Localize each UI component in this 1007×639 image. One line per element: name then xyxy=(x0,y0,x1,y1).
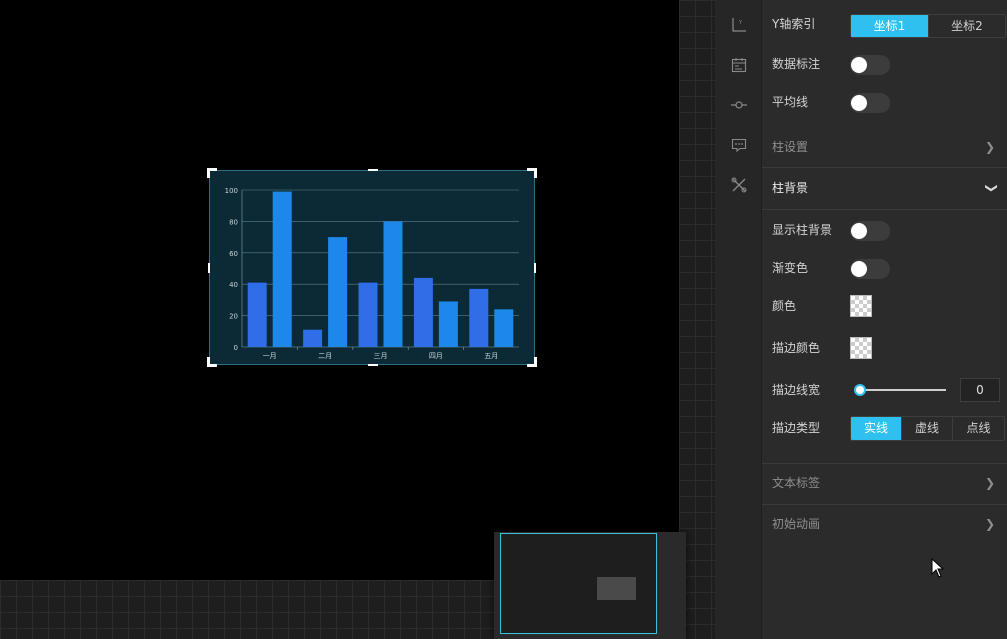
y-axis-option-2[interactable]: 坐标2 xyxy=(929,15,1005,37)
design-canvas[interactable]: 0 20 40 60 80 100 一月 二月 三月 四月 五月 xyxy=(0,0,679,580)
stroke-type-label: 描边类型 xyxy=(772,421,821,435)
bar-series-1 xyxy=(413,277,433,347)
bar-settings-section[interactable]: 柱设置 ❯ xyxy=(762,127,1007,167)
chevron-right-icon: ❯ xyxy=(984,140,995,154)
stroke-width-slider-thumb[interactable] xyxy=(854,384,866,396)
y-tick-label: 40 xyxy=(229,281,238,289)
bar-series-2 xyxy=(272,191,292,347)
bar-series-1 xyxy=(247,282,267,347)
bar-background-section[interactable]: 柱背景 ❯ xyxy=(762,168,1007,208)
settings-panel: Y轴索引 坐标1 坐标2 数据标注 平均线 柱设置 ❯ 柱背景 ❯ 显示柱背景 … xyxy=(762,0,1007,639)
color-picker-swatch[interactable] xyxy=(850,295,872,317)
stroke-type-solid[interactable]: 实线 xyxy=(851,417,902,440)
y-tick-label: 20 xyxy=(229,313,238,321)
y-tick-label: 100 xyxy=(225,187,238,195)
stroke-type-dotted[interactable]: 点线 xyxy=(953,417,1004,440)
minimap[interactable] xyxy=(494,532,686,639)
axis-icon[interactable]: Y xyxy=(731,17,747,33)
y-axis-option-1[interactable]: 坐标1 xyxy=(851,15,929,37)
bar-settings-title: 柱设置 xyxy=(772,140,809,154)
stroke-width-input[interactable]: 0 xyxy=(960,378,1000,402)
bar-background-title: 柱背景 xyxy=(772,181,809,195)
divider xyxy=(762,209,1007,210)
stroke-width-label: 描边线宽 xyxy=(772,383,821,397)
bar-series-2 xyxy=(383,221,403,347)
bar-series-1 xyxy=(303,329,323,347)
bar-series-2 xyxy=(494,309,514,347)
x-tick-label: 五月 xyxy=(484,352,498,360)
average-line-toggle[interactable] xyxy=(850,93,890,113)
panel-tab-strip: Y xyxy=(715,0,762,639)
y-tick-label: 80 xyxy=(229,218,238,226)
resize-handle-bottom-right[interactable] xyxy=(527,357,537,367)
average-line-label: 平均线 xyxy=(772,95,809,109)
x-tick-label: 四月 xyxy=(429,352,443,360)
data-marker-label: 数据标注 xyxy=(772,57,821,71)
resize-handle-top-right[interactable] xyxy=(527,168,537,178)
calendar-data-icon[interactable] xyxy=(731,57,747,73)
show-bar-background-label: 显示柱背景 xyxy=(772,223,833,237)
stroke-color-picker-swatch[interactable] xyxy=(850,337,872,359)
show-bar-background-toggle[interactable] xyxy=(850,221,890,241)
minimap-viewport[interactable] xyxy=(500,533,657,634)
resize-handle-bottom-left[interactable] xyxy=(207,357,217,367)
text-label-title: 文本标签 xyxy=(772,476,821,490)
x-tick-label: 一月 xyxy=(263,352,277,360)
resize-handle-top-left[interactable] xyxy=(207,168,217,178)
stroke-width-slider-track[interactable] xyxy=(858,389,946,391)
x-tick-label: 二月 xyxy=(318,352,332,360)
bar-chart: 0 20 40 60 80 100 一月 二月 三月 四月 五月 xyxy=(225,187,519,360)
data-marker-toggle[interactable] xyxy=(850,55,890,75)
message-icon[interactable] xyxy=(731,137,747,153)
gradient-label: 渐变色 xyxy=(772,261,809,275)
initial-animation-section[interactable]: 初始动画 ❯ xyxy=(762,504,1007,544)
resize-handle-right[interactable] xyxy=(534,263,536,273)
resize-handle-left[interactable] xyxy=(208,263,210,273)
line-node-icon[interactable] xyxy=(731,97,747,113)
minimap-component-preview xyxy=(597,577,636,600)
color-label: 颜色 xyxy=(772,299,797,313)
resize-handle-bottom[interactable] xyxy=(368,364,378,366)
initial-animation-title: 初始动画 xyxy=(772,517,821,531)
bar-series-2 xyxy=(438,301,458,347)
svg-text:Y: Y xyxy=(738,20,743,26)
stroke-type-segmented: 实线 虚线 点线 xyxy=(850,416,1005,441)
y-axis-index-label: Y轴索引 xyxy=(772,17,816,31)
app-root: 0 20 40 60 80 100 一月 二月 三月 四月 五月 Y Y轴索引 … xyxy=(0,0,1007,639)
bar-series-2 xyxy=(328,237,348,347)
mouse-cursor-icon xyxy=(931,557,945,582)
y-axis-index-segmented: 坐标1 坐标2 xyxy=(850,14,1006,38)
text-label-section[interactable]: 文本标签 ❯ xyxy=(762,463,1007,503)
y-tick-label: 60 xyxy=(229,250,238,258)
chevron-right-icon: ❯ xyxy=(984,517,995,531)
gradient-toggle[interactable] xyxy=(850,259,890,279)
bar-series-1 xyxy=(469,288,489,347)
tools-icon[interactable] xyxy=(731,177,747,193)
resize-handle-top[interactable] xyxy=(368,169,378,171)
bar-series-1 xyxy=(358,282,378,347)
bar-chart-widget[interactable]: 0 20 40 60 80 100 一月 二月 三月 四月 五月 xyxy=(207,168,537,367)
y-tick-label: 0 xyxy=(234,344,238,352)
chevron-down-icon: ❯ xyxy=(984,182,999,194)
x-tick-label: 三月 xyxy=(374,352,388,360)
stroke-color-label: 描边颜色 xyxy=(772,341,821,355)
stroke-type-dashed[interactable]: 虚线 xyxy=(902,417,953,440)
chevron-right-icon: ❯ xyxy=(984,476,995,490)
